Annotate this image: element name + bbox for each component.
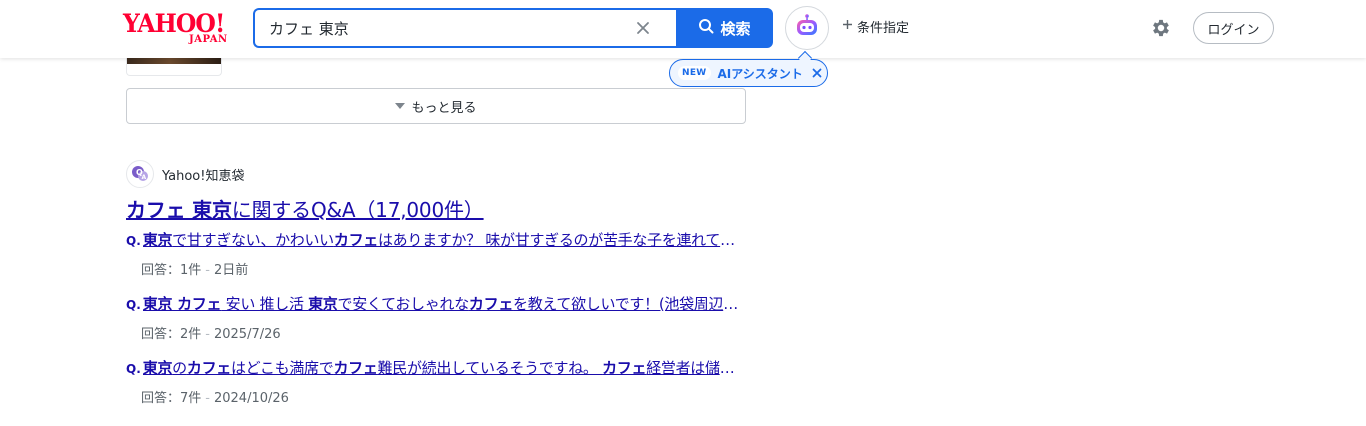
question-item: Q. 東京で甘すぎない、かわいいカフェはありますか？ 味が甘すぎるのが苦手な子を… xyxy=(126,230,746,278)
keyword-highlight: カフェ xyxy=(333,231,378,249)
search-button-label: 検索 xyxy=(720,19,751,38)
question-meta: 回答：2件 -2025/7/26 xyxy=(141,327,281,342)
svg-text:A: A xyxy=(142,174,147,181)
question-text: 経営者は儲かっているのでしょうか xyxy=(646,359,743,377)
thumbnail-image xyxy=(127,58,221,64)
new-badge: NEW xyxy=(678,66,711,80)
question-text: はどこも満席で xyxy=(230,359,334,377)
question-text: はありますか？ 味が甘すぎるのが苦手な子を連れて行きたいです xyxy=(377,231,743,249)
question-date: 2日前 xyxy=(213,263,249,278)
close-icon[interactable] xyxy=(812,68,822,78)
question-meta: 回答：1件 -2日前 xyxy=(141,263,249,278)
question-marker: Q. xyxy=(126,298,141,312)
keyword-highlight: カフェ xyxy=(602,359,647,377)
gear-icon[interactable] xyxy=(1150,17,1172,39)
keyword-highlight: カフェ xyxy=(333,359,378,377)
question-link[interactable]: 東京 カフェ 安い 推し活 東京で安くておしゃれなカフェを教えて欲しいです！(池… xyxy=(143,294,743,314)
question-text: で甘すぎない、かわいい xyxy=(172,231,334,249)
question-link[interactable]: 東京で甘すぎない、かわいいカフェはありますか？ 味が甘すぎるのが苦手な子を連れて… xyxy=(143,230,743,250)
more-button-label: もっと見る xyxy=(411,100,477,116)
search-box xyxy=(253,8,677,48)
search-conditions-label: 条件指定 xyxy=(857,20,910,36)
keyword-highlight: 東京 xyxy=(142,359,173,377)
answer-count: 回答：2件 xyxy=(141,327,202,342)
ai-robot-icon xyxy=(793,12,821,44)
question-marker: Q. xyxy=(126,362,141,376)
header: YAHOO! JAPAN 検索 xyxy=(0,0,1366,58)
keyword-highlight: 東京 xyxy=(308,295,338,313)
question-item: Q. 東京 カフェ 安い 推し活 東京で安くておしゃれなカフェを教えて欲しいです… xyxy=(126,294,746,342)
question-meta: 回答：7件 -2024/10/26 xyxy=(141,391,289,406)
answer-count: 回答：1件 xyxy=(141,263,202,278)
keyword-highlight: 東京 xyxy=(142,231,173,249)
question-text: を教えて欲しいです！(池袋周辺でお願いします) xyxy=(513,295,743,313)
search-input[interactable] xyxy=(269,10,619,46)
title-keyword: カフェ 東京 xyxy=(126,198,232,222)
question-marker: Q. xyxy=(126,234,141,248)
question-text: 難民が続出しているそうですね。 xyxy=(377,359,603,377)
question-date: 2025/7/26 xyxy=(213,327,281,342)
result-title-link[interactable]: カフェ 東京に関するQ&A（17,000件） xyxy=(126,194,484,223)
login-button[interactable]: ログイン xyxy=(1193,12,1274,44)
chiebukuro-icon: Q A xyxy=(126,160,154,188)
caret-down-icon xyxy=(395,99,406,114)
question-link[interactable]: 東京のカフェはどこも満席でカフェ難民が続出しているそうですね。 カフェ経営者は儲… xyxy=(143,358,743,378)
plus-icon xyxy=(842,19,853,34)
source-header: Q A Yahoo!知恵袋 xyxy=(126,160,244,188)
close-icon[interactable] xyxy=(633,18,653,38)
search-button[interactable]: 検索 xyxy=(676,8,773,48)
question-text: 安い 推し活 xyxy=(221,295,309,313)
keyword-highlight: 東京 カフェ xyxy=(142,295,222,313)
search-conditions-link[interactable]: 条件指定 xyxy=(842,16,909,36)
image-thumbnail[interactable] xyxy=(126,58,222,76)
title-rest: に関するQ&A（17,000件） xyxy=(231,198,484,222)
ai-assistant-button[interactable] xyxy=(785,6,829,50)
yahoo-logo[interactable]: YAHOO! JAPAN xyxy=(123,10,239,46)
more-button[interactable]: もっと見る xyxy=(126,88,746,124)
ai-tooltip-label: AIアシスタント xyxy=(717,66,803,81)
question-text: の xyxy=(172,359,187,377)
question-item: Q. 東京のカフェはどこも満席でカフェ難民が続出しているそうですね。 カフェ経営… xyxy=(126,358,746,406)
keyword-highlight: カフェ xyxy=(186,359,231,377)
question-date: 2024/10/26 xyxy=(213,391,289,406)
answer-count: 回答：7件 xyxy=(141,391,202,406)
keyword-highlight: カフェ xyxy=(468,295,514,313)
source-name: Yahoo!知恵袋 xyxy=(162,168,245,184)
question-text: で安くておしゃれな xyxy=(337,295,470,313)
logo-sub-text: JAPAN xyxy=(189,34,228,45)
search-icon xyxy=(698,18,714,38)
